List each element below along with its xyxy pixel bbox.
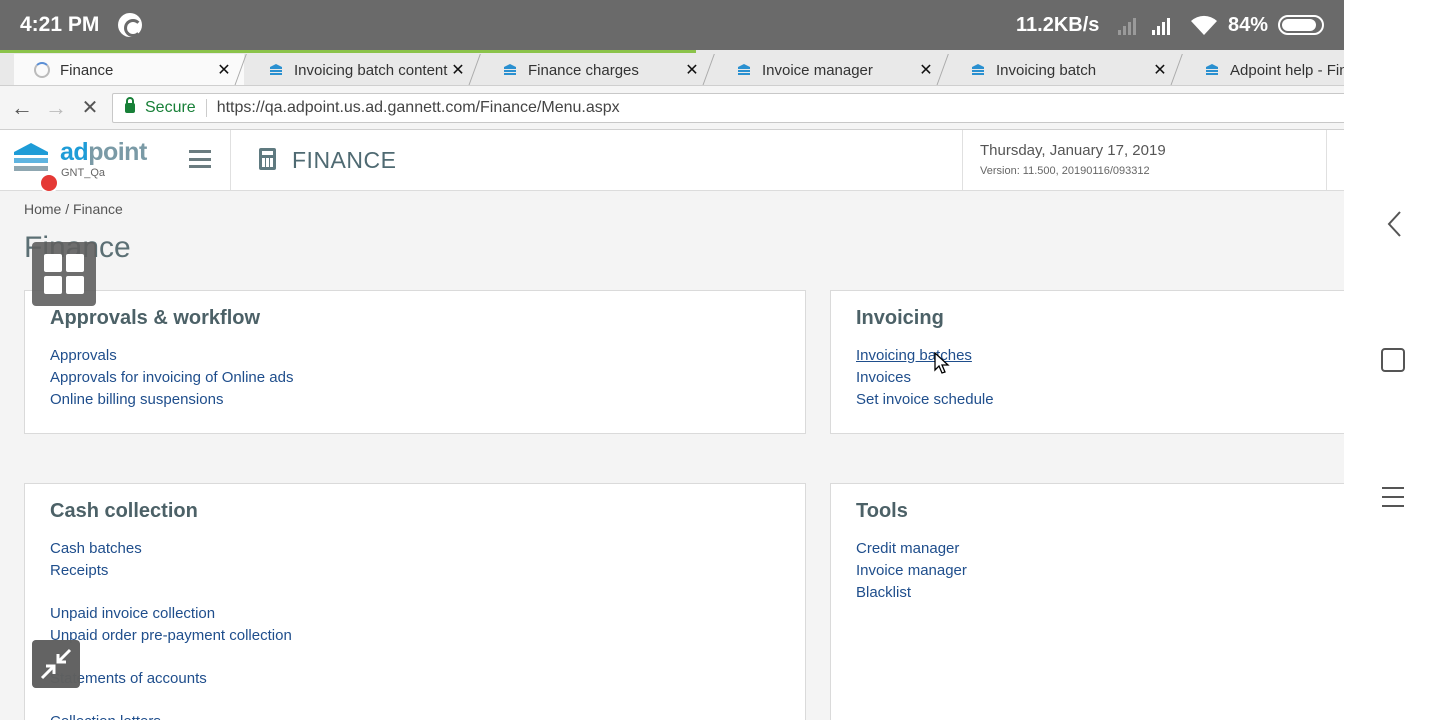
tab-invoice-manager[interactable]: Invoice manager ✕ — [716, 54, 958, 85]
environment-label: GNT_Qa — [61, 167, 106, 179]
wifi-icon — [1191, 15, 1217, 35]
tab-title: Invoice manager — [762, 61, 873, 79]
signal-sim2-icon — [1118, 15, 1136, 35]
android-nav-bar — [1344, 0, 1440, 720]
tab-invoicing-batch[interactable]: Invoicing batch ✕ — [950, 54, 1192, 85]
app-grid-floating-button[interactable] — [32, 242, 96, 306]
secure-label: Secure — [145, 99, 196, 116]
nav-recents-menu-icon[interactable] — [1381, 486, 1405, 508]
nav-home-icon[interactable] — [1381, 348, 1405, 372]
tab-title: Finance charges — [528, 61, 639, 79]
link-blacklist[interactable]: Blacklist — [856, 582, 967, 604]
tab-title: Finance — [60, 61, 114, 79]
link-cash-batches[interactable]: Cash batches — [50, 538, 292, 560]
card-title: Approvals & workflow — [50, 307, 261, 329]
card-cash-collection: Cash collection Cash batches Receipts Un… — [24, 483, 806, 720]
battery-icon — [1278, 15, 1324, 35]
breadcrumb: Home / Finance — [24, 201, 123, 217]
app-header: adpoint GNT_Qa FINANCE Thursday, January… — [0, 130, 1344, 193]
logo-ad: ad — [60, 138, 89, 166]
logo-point: point — [88, 138, 147, 166]
link-statements-of-accounts[interactable]: Statements of accounts — [50, 668, 292, 690]
link-set-invoice-schedule[interactable]: Set invoice schedule — [856, 389, 994, 411]
module-title: FINANCE — [292, 147, 397, 173]
forward-arrow-icon[interactable]: → — [44, 96, 68, 120]
link-credit-manager[interactable]: Credit manager — [856, 538, 967, 560]
loading-spinner-icon — [34, 62, 50, 78]
adpoint-favicon-icon — [270, 64, 282, 75]
sync-icon — [118, 13, 142, 37]
link-approvals[interactable]: Approvals — [50, 345, 293, 367]
link-invoice-manager[interactable]: Invoice manager — [856, 560, 967, 582]
adpoint-favicon-icon — [504, 64, 516, 75]
battery-percent: 84% — [1228, 14, 1269, 36]
adpoint-favicon-icon — [738, 64, 750, 75]
url-text: https://qa.adpoint.us.ad.gannett.com/Fin… — [216, 99, 620, 116]
status-time: 4:21 PM — [20, 13, 100, 36]
header-version: Version: 11.500, 20190116/093312 — [980, 165, 1150, 177]
card-title: Tools — [856, 500, 908, 522]
screen: 4:21 PM 11.2KB/s 84% Finance ✕ Invoicing… — [0, 0, 1440, 720]
card-title: Cash collection — [50, 500, 198, 522]
card-approvals-workflow: Approvals & workflow Approvals Approvals… — [24, 290, 806, 434]
header-date: Thursday, January 17, 2019 — [980, 142, 1166, 159]
adpoint-logo-icon[interactable] — [12, 140, 50, 178]
close-tab-icon[interactable]: ✕ — [682, 60, 702, 80]
tab-title: Invoicing batch content — [294, 61, 448, 79]
tab-adpoint-help[interactable]: Adpoint help - Fina — [1184, 54, 1344, 85]
card-links: Credit manager Invoice manager Blacklist — [856, 538, 967, 604]
card-links: Approvals Approvals for invoicing of Onl… — [50, 345, 293, 411]
stop-loading-icon[interactable]: ✕ — [78, 96, 102, 120]
tab-finance-charges[interactable]: Finance charges ✕ — [482, 54, 724, 85]
collapse-arrows-icon[interactable] — [32, 640, 80, 688]
android-status-bar: 4:21 PM 11.2KB/s 84% — [0, 0, 1344, 50]
network-speed: 11.2KB/s — [1016, 14, 1100, 36]
close-tab-icon[interactable]: ✕ — [1150, 60, 1170, 80]
url-field[interactable]: Secure https://qa.adpoint.us.ad.gannett.… — [112, 93, 1352, 123]
link-unpaid-invoice-collection[interactable]: Unpaid invoice collection — [50, 603, 292, 625]
screen-recording-indicator — [39, 173, 59, 193]
adpoint-favicon-icon — [1206, 64, 1218, 75]
calculator-icon — [259, 148, 276, 170]
close-tab-icon[interactable]: ✕ — [214, 60, 234, 80]
link-collection-letters[interactable]: Collection letters — [50, 711, 292, 720]
tab-title: Adpoint help - Fina — [1230, 61, 1344, 79]
header-divider — [230, 130, 231, 190]
header-divider — [1326, 130, 1327, 190]
signal-sim1-icon — [1152, 15, 1170, 35]
menu-hamburger-icon[interactable] — [189, 150, 211, 168]
lock-icon — [125, 97, 135, 113]
tab-finance[interactable]: Finance ✕ — [14, 54, 256, 85]
card-links: Cash batches Receipts Unpaid invoice col… — [50, 538, 292, 720]
mouse-cursor-icon — [934, 352, 950, 374]
adpoint-logo-text: adpoint — [60, 138, 147, 167]
address-bar-row: ← → ✕ Secure https://qa.adpoint.us.ad.ga… — [0, 86, 1352, 130]
browser-tab-strip: Finance ✕ Invoicing batch content ✕ Fina… — [0, 50, 1344, 86]
tab-invoicing-batch-content[interactable]: Invoicing batch content ✕ — [248, 54, 490, 85]
link-unpaid-order-prepayment-collection[interactable]: Unpaid order pre-payment collection — [50, 625, 292, 647]
adpoint-favicon-icon — [972, 64, 984, 75]
tab-title: Invoicing batch — [996, 61, 1097, 79]
page-load-progress — [0, 50, 696, 53]
card-title: Invoicing — [856, 307, 944, 329]
header-divider — [962, 130, 963, 190]
close-tab-icon[interactable]: ✕ — [448, 60, 468, 80]
page-content: Home / Finance Finance Approvals & workf… — [0, 191, 1360, 720]
link-invoices[interactable]: Invoices — [856, 367, 994, 389]
card-invoicing: Invoicing Invoicing batches Invoices Set… — [830, 290, 1360, 434]
link-invoicing-batches[interactable]: Invoicing batches — [856, 345, 994, 367]
back-arrow-icon[interactable]: ← — [10, 96, 34, 120]
link-receipts[interactable]: Receipts — [50, 560, 292, 582]
link-online-billing-suspensions[interactable]: Online billing suspensions — [50, 389, 293, 411]
card-links: Invoicing batches Invoices Set invoice s… — [856, 345, 994, 411]
card-tools: Tools Credit manager Invoice manager Bla… — [830, 483, 1360, 720]
link-approvals-online-ads[interactable]: Approvals for invoicing of Online ads — [50, 367, 293, 389]
url-divider — [205, 99, 207, 117]
close-tab-icon[interactable]: ✕ — [916, 60, 936, 80]
nav-back-icon[interactable] — [1386, 210, 1402, 238]
